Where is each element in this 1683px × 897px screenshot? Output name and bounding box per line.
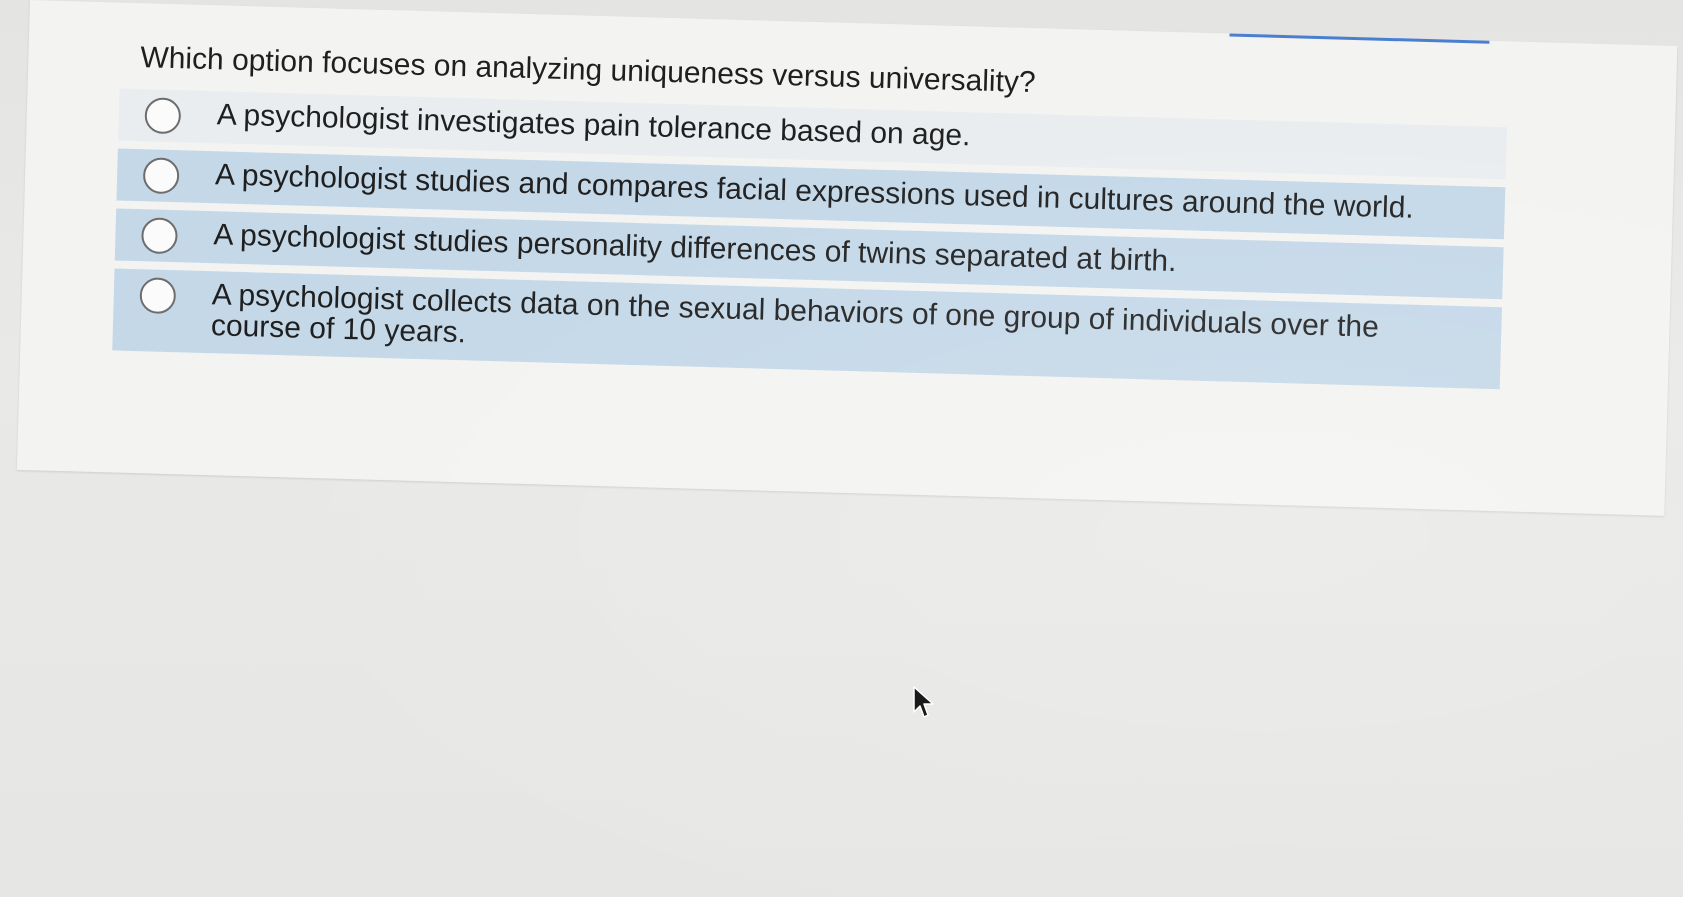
mouse-pointer-icon (913, 686, 934, 718)
question-card: Which option focuses on analyzing unique… (16, 0, 1678, 516)
question-text: Which option focuses on analyzing unique… (139, 41, 1037, 100)
radio-unselected-icon[interactable] (142, 157, 180, 195)
radio-unselected-icon[interactable] (140, 217, 178, 255)
radio-unselected-icon[interactable] (144, 97, 182, 135)
answer-option-label: A psychologist investigates pain toleran… (216, 98, 971, 153)
answer-option-label: A psychologist collects data on the sexu… (210, 278, 1380, 350)
answer-options: A psychologist investigates pain toleran… (112, 88, 1508, 398)
top-accent-bar (1229, 33, 1490, 44)
radio-unselected-icon[interactable] (139, 277, 177, 315)
